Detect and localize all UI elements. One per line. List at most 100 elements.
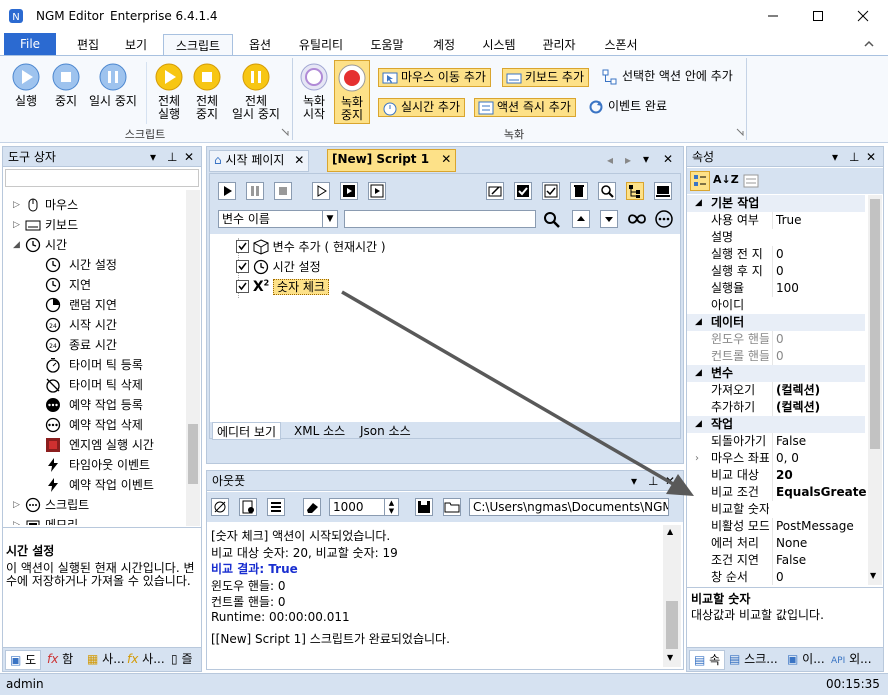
- property-value[interactable]: 20: [772, 467, 866, 484]
- property-row[interactable]: 아이디: [687, 297, 865, 314]
- close-document-icon[interactable]: ✕: [663, 152, 673, 166]
- uncheck-all-button[interactable]: [542, 182, 560, 200]
- more-options-icon[interactable]: [654, 210, 674, 228]
- add-in-selected-button[interactable]: 선택한 액션 안에 추가: [600, 68, 733, 87]
- property-row[interactable]: 컨트롤 핸들 0: [687, 348, 865, 365]
- property-row[interactable]: 윈도우 핸들 0: [687, 331, 865, 348]
- close-tab-icon[interactable]: ✕: [441, 152, 451, 166]
- property-row[interactable]: 실행 전 지 0: [687, 246, 865, 263]
- action-row-1[interactable]: 변수 추가 ( 현재시간 ): [236, 238, 386, 258]
- panel-dropdown-icon[interactable]: ▾: [832, 147, 838, 167]
- add-action-now-button[interactable]: 액션 즉시 추가: [474, 98, 576, 117]
- property-row[interactable]: 사용 여부 True: [687, 212, 865, 229]
- close-window-button[interactable]: [855, 8, 871, 24]
- chevron-down-icon[interactable]: ◢: [695, 195, 702, 212]
- variable-value-input[interactable]: [344, 210, 536, 228]
- chevron-right-icon[interactable]: ▷: [13, 515, 20, 525]
- chevron-right-icon[interactable]: ▷: [13, 195, 20, 215]
- tab-script-1[interactable]: [New] Script 1 ✕: [327, 149, 457, 172]
- tab-view[interactable]: 보기: [114, 34, 158, 56]
- log-settings-button[interactable]: [239, 498, 257, 516]
- editor-step-button[interactable]: [312, 182, 330, 200]
- tab-edit[interactable]: 편집: [66, 34, 110, 56]
- tab-utility[interactable]: 유틸리티: [290, 34, 352, 56]
- editor-stop-button[interactable]: [274, 182, 292, 200]
- property-row[interactable]: 비활성 모드 PostMessage: [687, 518, 865, 535]
- output-scrollbar[interactable]: ▲ ▼: [663, 525, 681, 667]
- close-tab-icon[interactable]: ✕: [294, 153, 304, 167]
- property-value[interactable]: False: [772, 433, 866, 450]
- log-list-button[interactable]: [267, 498, 285, 516]
- tab-images[interactable]: ▣ 이...: [783, 650, 829, 670]
- property-category[interactable]: ◢ 데이터: [687, 314, 865, 331]
- find-button[interactable]: [598, 182, 616, 200]
- tree-view-button[interactable]: [626, 182, 644, 200]
- property-value[interactable]: 0: [772, 569, 866, 585]
- tab-file[interactable]: File: [4, 33, 56, 55]
- check-all-button[interactable]: [514, 182, 532, 200]
- clear-log-button[interactable]: [211, 498, 229, 516]
- sort-alpha-icon[interactable]: A↓Z: [713, 173, 739, 186]
- tab-options[interactable]: 옵션: [238, 34, 282, 56]
- property-row[interactable]: 비교 대상 20: [687, 467, 865, 484]
- record-start-button[interactable]: 녹화 시작: [296, 62, 332, 121]
- tab-list-icon[interactable]: ▾: [643, 152, 649, 166]
- chevron-right-icon[interactable]: ▷: [13, 495, 20, 515]
- property-value[interactable]: False: [772, 552, 866, 569]
- move-up-button[interactable]: [572, 210, 590, 228]
- property-row[interactable]: 에러 처리 None: [687, 535, 865, 552]
- property-row[interactable]: 가져오기 (컬렉션): [687, 382, 865, 399]
- editor-run-button[interactable]: [218, 182, 236, 200]
- infinity-icon[interactable]: [626, 210, 648, 228]
- editor-run-from-button[interactable]: [340, 182, 358, 200]
- property-category[interactable]: ◢ 기본 작업: [687, 195, 865, 212]
- property-row[interactable]: 되돌아가기 False: [687, 433, 865, 450]
- run-all-button[interactable]: 전체 실행: [150, 62, 188, 121]
- tab-system[interactable]: 시스템: [474, 34, 524, 56]
- property-pages-icon[interactable]: [743, 173, 759, 189]
- tab-scroll-left-icon[interactable]: ◂: [607, 153, 613, 167]
- property-value[interactable]: 0: [772, 246, 866, 263]
- tab-favorites[interactable]: ▯ 즐: [167, 650, 196, 670]
- tab-account[interactable]: 계정: [422, 34, 466, 56]
- property-value[interactable]: EqualsGreater: [772, 484, 866, 501]
- tab-scroll-right-icon[interactable]: ▸: [625, 153, 631, 167]
- tab-user-actions[interactable]: ▦ 사...: [83, 650, 129, 670]
- tab-properties[interactable]: ▤ 속: [689, 650, 726, 670]
- property-value[interactable]: 0: [772, 263, 866, 280]
- property-value[interactable]: None: [772, 535, 866, 552]
- editor-pause-button[interactable]: [246, 182, 264, 200]
- tab-script-list[interactable]: ▤ 스크...: [725, 650, 782, 670]
- stop-button[interactable]: 중지: [46, 62, 86, 108]
- delete-action-button[interactable]: [570, 182, 588, 200]
- maximize-button[interactable]: [810, 8, 826, 24]
- tab-editor-view[interactable]: 에디터 보기: [212, 422, 282, 440]
- tab-functions[interactable]: fx 함: [43, 650, 77, 670]
- minimize-button[interactable]: [765, 8, 781, 24]
- tab-admin[interactable]: 관리자: [534, 34, 584, 56]
- add-realtime-button[interactable]: 실시간 추가: [378, 98, 466, 117]
- event-done-button[interactable]: 이벤트 완료: [586, 98, 667, 117]
- tab-help[interactable]: 도움말: [362, 34, 412, 56]
- panel-dropdown-icon[interactable]: ▾: [150, 147, 156, 167]
- toolbox-scrollbar[interactable]: [186, 190, 200, 526]
- property-row[interactable]: › 마우스 좌표 0, 0: [687, 450, 865, 467]
- property-row[interactable]: 실행율 100: [687, 280, 865, 297]
- add-mouse-move-button[interactable]: 마우스 이동 추가: [378, 68, 491, 87]
- record-group-launcher-icon[interactable]: [736, 128, 744, 136]
- property-value[interactable]: 100: [772, 280, 866, 297]
- record-stop-button[interactable]: 녹화 중지: [334, 60, 370, 124]
- categorized-icon[interactable]: [690, 171, 710, 191]
- property-value[interactable]: 0: [772, 348, 866, 365]
- script-group-launcher-icon[interactable]: [281, 128, 289, 136]
- pause-all-button[interactable]: 전체 일시 중지: [228, 62, 284, 121]
- tab-start-page[interactable]: ⌂ 시작 페이지 ✕: [209, 150, 310, 172]
- property-value[interactable]: 0: [772, 331, 866, 348]
- monitor-button[interactable]: [654, 182, 672, 200]
- stop-all-button[interactable]: 전체 중지: [188, 62, 226, 121]
- property-row[interactable]: 비교 조건 EqualsGreater: [687, 484, 866, 501]
- property-value[interactable]: 0, 0: [772, 450, 866, 467]
- tab-external[interactable]: API 외...: [827, 650, 876, 670]
- property-row[interactable]: 비교할 숫자: [687, 501, 865, 518]
- action-row-3[interactable]: X2 숫자 체크: [236, 278, 330, 300]
